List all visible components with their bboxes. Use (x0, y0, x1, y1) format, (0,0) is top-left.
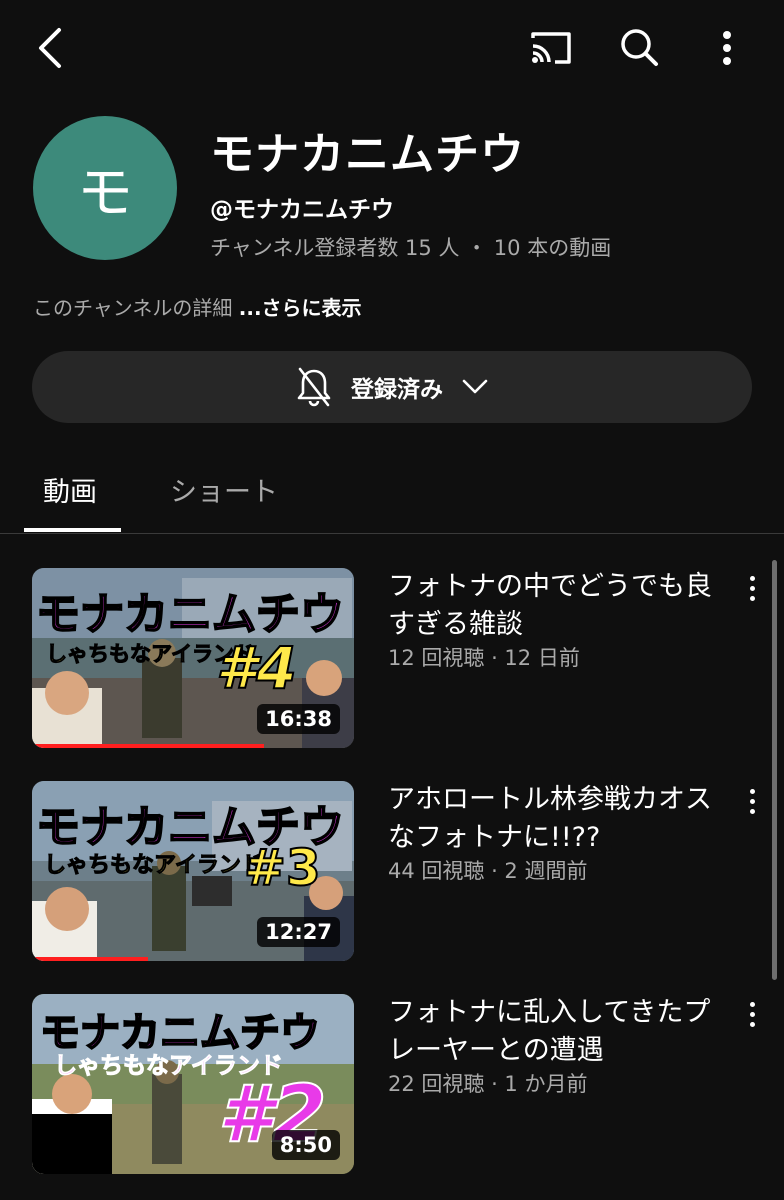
more-vert-icon (723, 31, 731, 65)
video-title[interactable]: フォトナに乱入してきたプレーヤーとの遭遇 (388, 994, 733, 1070)
tab-videos[interactable]: 動画 (43, 470, 97, 509)
video-more-button[interactable] (738, 785, 766, 819)
video-duration: 8:50 (271, 1130, 340, 1160)
video-thumbnail[interactable]: モナカニムチウ しゃちもなアイランド #3 12:27 (32, 781, 354, 961)
watch-progress-bar (32, 957, 148, 961)
video-item[interactable]: モナカニムチウ しゃちもなアイランド #2 8:50 フォトナに乱入してきたプレ… (0, 994, 784, 1176)
thumbnail-subtitle-text: しゃちもなアイランド (44, 853, 264, 879)
video-meta: 12 回視聴 · 12 日前 (388, 646, 580, 670)
video-title[interactable]: アホロートル林参戦カオスなフォトナに!!?? (388, 781, 733, 857)
search-button[interactable] (614, 22, 664, 72)
active-tab-indicator (24, 528, 121, 532)
video-thumbnail[interactable]: モナカニムチウ しゃちもなアイランド #4 16:38 (32, 568, 354, 748)
channel-description[interactable]: このチャンネルの詳細 ...さらに表示 (33, 292, 362, 321)
subscribed-label: 登録済み (351, 377, 443, 403)
channel-avatar[interactable]: モ (33, 116, 177, 260)
video-thumbnail[interactable]: モナカニムチウ しゃちもなアイランド #2 8:50 (32, 994, 354, 1174)
cast-button[interactable] (526, 24, 576, 72)
tab-shorts[interactable]: ショート (170, 470, 278, 509)
video-duration: 12:27 (257, 917, 340, 947)
subscribed-button[interactable]: 登録済み (32, 351, 752, 423)
avatar-letter: モ (77, 160, 133, 226)
channel-handle: @モナカニムチウ (210, 197, 394, 223)
thumbnail-title-text: モナカニムチウ (35, 588, 345, 641)
video-duration: 16:38 (257, 704, 340, 734)
channel-name: モナカニムチウ (210, 129, 525, 180)
video-title[interactable]: フォトナの中でどうでも良すぎる雑談 (388, 568, 733, 644)
thumbnail-episode-number: #4 (215, 633, 298, 703)
thumbnail-episode-number: #3 (243, 838, 322, 898)
video-meta: 44 回視聴 · 2 週間前 (388, 859, 588, 883)
video-meta: 22 回視聴 · 1 か月前 (388, 1072, 588, 1096)
more-options-button[interactable] (710, 24, 744, 72)
video-item[interactable]: モナカニムチウ しゃちもなアイランド #3 12:27 アホロートル林参戦カオス… (0, 781, 784, 963)
video-more-button[interactable] (738, 572, 766, 606)
tab-divider (0, 533, 784, 534)
channel-stats: チャンネル登録者数 15 人 ・ 10 本の動画 (210, 236, 612, 260)
top-app-bar (0, 0, 784, 96)
search-icon (621, 29, 658, 66)
back-arrow-icon (39, 28, 61, 68)
watch-progress-bar (32, 744, 264, 748)
show-more-link[interactable]: ...さらに表示 (239, 296, 362, 320)
scrollbar[interactable] (772, 560, 777, 980)
description-text: このチャンネルの詳細 (33, 296, 239, 320)
bell-off-icon (297, 367, 331, 407)
chevron-down-icon (462, 379, 488, 394)
video-more-button[interactable] (738, 998, 766, 1032)
video-item[interactable]: モナカニムチウ しゃちもなアイランド #4 16:38 フォトナの中でどうでも良… (0, 568, 784, 750)
back-button[interactable] (28, 24, 72, 72)
cast-icon (531, 32, 571, 64)
